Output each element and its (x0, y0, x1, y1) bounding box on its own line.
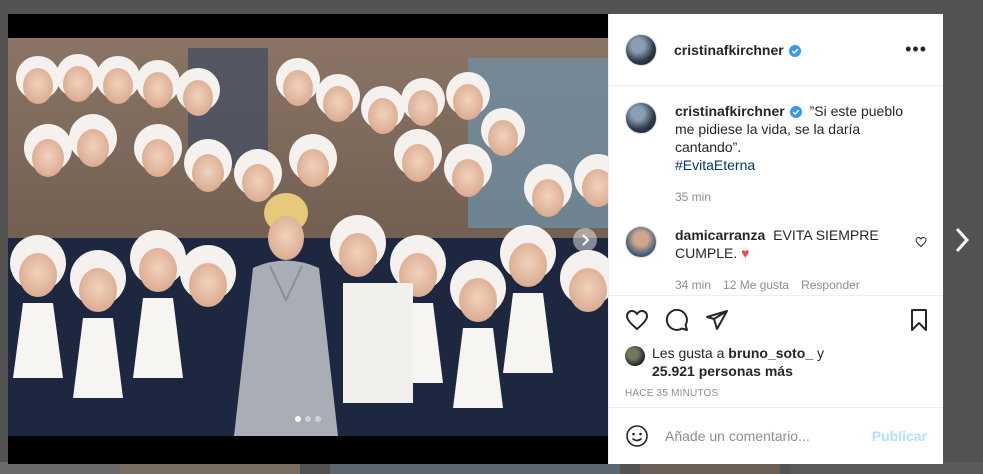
comment-body: damicarranza EVITA SIEMPRE CUMPLE. ♥ 34 … (675, 226, 910, 294)
likes-others[interactable]: 25.921 personas más (652, 363, 793, 379)
likes-and: y (816, 345, 824, 361)
post-header: cristinafkirchner ••• (609, 14, 943, 86)
comment-time[interactable]: 34 min (675, 276, 711, 294)
likes-text: Les gusta a bruno_soto_ y 25.921 persona… (652, 344, 824, 380)
post-photo-illustration (8, 38, 608, 436)
avatar[interactable] (625, 346, 645, 366)
carousel-dot (305, 416, 311, 422)
reply-button[interactable]: Responder (801, 276, 860, 294)
caption-meta: 35 min (675, 188, 910, 206)
post-photo (8, 38, 608, 436)
comment-input[interactable] (665, 428, 872, 444)
carousel-dot (315, 416, 321, 422)
comment-item: damicarranza EVITA SIEMPRE CUMPLE. ♥ 34 … (625, 226, 927, 294)
verified-badge-icon (788, 44, 801, 57)
bookmark-icon[interactable] (907, 308, 931, 332)
comment-meta: 34 min 12 Me gusta Responder (675, 276, 910, 294)
post-modal: cristinafkirchner ••• cristinafkirchner … (8, 14, 943, 464)
post-sidebar: cristinafkirchner ••• cristinafkirchner … (608, 14, 943, 464)
verified-badge-icon (789, 106, 802, 118)
like-heart-icon[interactable] (625, 308, 649, 332)
publish-button[interactable]: Publicar (872, 428, 927, 444)
carousel-dot (295, 416, 301, 422)
caption-hashtag[interactable]: #EvitaEterna (675, 157, 755, 173)
comment-like-heart-icon[interactable] (915, 236, 927, 248)
share-icon[interactable] (705, 308, 729, 332)
add-comment-bar: Publicar (609, 408, 943, 464)
post-media (8, 14, 608, 464)
carousel-next-button[interactable] (573, 228, 597, 252)
red-heart-emoji: ♥ (741, 245, 750, 261)
more-options-button[interactable]: ••• (905, 39, 927, 60)
action-bar (609, 296, 943, 344)
avatar[interactable] (625, 33, 657, 66)
carousel-dots (8, 416, 608, 422)
likes-summary: Les gusta a bruno_soto_ y 25.921 persona… (609, 344, 943, 380)
caption-time[interactable]: 35 min (675, 188, 711, 206)
caption-username[interactable]: cristinafkirchner (675, 103, 802, 119)
header-username[interactable]: cristinafkirchner (674, 42, 801, 58)
post-timestamp[interactable]: HACE 35 MINUTOS (609, 380, 943, 408)
avatar[interactable] (625, 226, 657, 258)
likes-prefix: Les gusta a (652, 345, 725, 361)
caption-body: cristinafkirchner ”Si este pueblo me pid… (675, 102, 910, 206)
comment-username[interactable]: damicarranza (675, 227, 765, 243)
comments-list: cristinafkirchner ”Si este pueblo me pid… (609, 86, 943, 296)
comment-icon[interactable] (665, 308, 689, 332)
next-post-chevron-icon[interactable] (952, 226, 972, 254)
likes-user[interactable]: bruno_soto_ (728, 345, 813, 361)
chevron-right-icon (582, 234, 590, 246)
emoji-icon[interactable] (625, 424, 649, 448)
avatar[interactable] (625, 102, 657, 134)
comment-likes[interactable]: 12 Me gusta (723, 276, 789, 294)
caption: cristinafkirchner ”Si este pueblo me pid… (625, 102, 927, 206)
